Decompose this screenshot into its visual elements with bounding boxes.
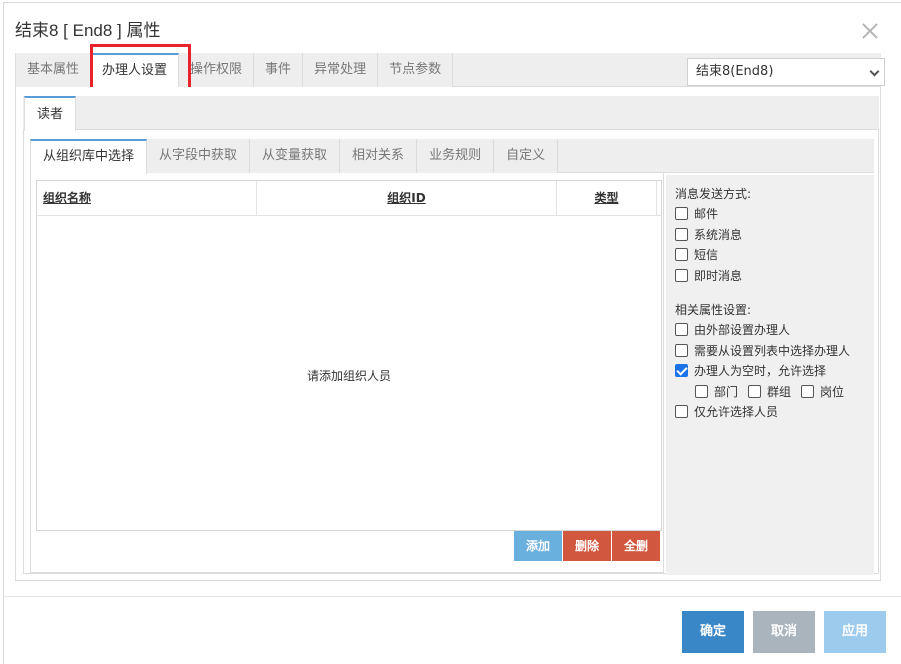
- option-external-handler[interactable]: 由外部设置办理人: [675, 321, 790, 337]
- cancel-button[interactable]: 取消: [753, 611, 815, 653]
- option-only-select-people[interactable]: 仅允许选择人员: [675, 403, 778, 419]
- tab-exception-handling[interactable]: 异常处理: [303, 53, 379, 87]
- grid-header: 组织名称 组织ID 类型: [37, 181, 661, 216]
- tab-basic-properties[interactable]: 基本属性: [15, 53, 92, 87]
- tab-operation-permissions[interactable]: 操作权限: [179, 53, 255, 87]
- empty-select-sub-options: 部门 群组 岗位: [695, 383, 854, 399]
- checkbox-icon[interactable]: [675, 247, 688, 261]
- option-allow-select-when-empty[interactable]: 办理人为空时，允许选择: [675, 362, 826, 378]
- option-sms[interactable]: 短信: [675, 246, 718, 262]
- option-select-from-list[interactable]: 需要从设置列表中选择办理人: [675, 342, 850, 358]
- tab-events[interactable]: 事件: [254, 53, 304, 87]
- ok-button[interactable]: 确定: [682, 611, 744, 653]
- grid-empty-text: 请添加组织人员: [306, 369, 391, 383]
- add-button[interactable]: 添加: [514, 531, 562, 561]
- tab-from-variable[interactable]: 从变量获取: [250, 139, 341, 173]
- dialog-title: 结束8 [ End8 ] 属性: [15, 21, 161, 40]
- tab-reader[interactable]: 读者: [24, 96, 77, 131]
- close-icon[interactable]: [858, 20, 882, 44]
- org-grid: 组织名称 组织ID 类型 请添加组织人员: [36, 180, 662, 531]
- delete-all-button[interactable]: 全删: [612, 531, 660, 561]
- tab-custom[interactable]: 自定义: [494, 139, 559, 173]
- option-label: 岗位: [820, 384, 845, 399]
- source-tabs: 从组织库中选择 从字段中获取 从变量获取 相对关系 业务规则 自定义: [30, 139, 559, 174]
- option-label: 部门: [714, 384, 739, 399]
- apply-button[interactable]: 应用: [824, 611, 886, 653]
- message-method-title: 消息发送方式:: [675, 187, 752, 201]
- related-settings-title: 相关属性设置:: [675, 303, 752, 317]
- option-email[interactable]: 邮件: [675, 205, 718, 221]
- option-label: 短信: [694, 247, 719, 262]
- column-org-id[interactable]: 组织ID: [257, 181, 557, 216]
- option-label: 办理人为空时，允许选择: [694, 363, 827, 378]
- option-department[interactable]: 部门: [695, 383, 738, 400]
- option-group[interactable]: 群组: [748, 383, 791, 400]
- tab-business-rules[interactable]: 业务规则: [417, 139, 495, 173]
- node-select[interactable]: 结束8(End8): [687, 58, 885, 86]
- checkbox-icon[interactable]: [675, 404, 688, 418]
- option-label: 由外部设置办理人: [694, 322, 791, 337]
- option-instant-message[interactable]: 即时消息: [675, 267, 742, 283]
- option-label: 系统消息: [694, 227, 743, 242]
- column-org-name[interactable]: 组织名称: [37, 181, 257, 216]
- option-label: 邮件: [694, 206, 719, 221]
- option-position[interactable]: 岗位: [801, 383, 844, 400]
- option-label: 需要从设置列表中选择办理人: [694, 343, 851, 358]
- checkbox-icon[interactable]: [695, 384, 708, 398]
- checkbox-icon[interactable]: [675, 206, 688, 220]
- option-label: 群组: [767, 384, 792, 399]
- chevron-down-icon: [869, 66, 880, 77]
- footer-divider: [3, 596, 901, 597]
- tab-relative-relation[interactable]: 相对关系: [340, 139, 418, 173]
- checkbox-icon[interactable]: [801, 384, 815, 398]
- option-label: 即时消息: [694, 268, 743, 283]
- checkbox-icon[interactable]: [748, 384, 762, 398]
- tab-node-parameters[interactable]: 节点参数: [378, 53, 454, 87]
- tab-from-org-library[interactable]: 从组织库中选择: [30, 139, 148, 174]
- node-select-value: 结束8(End8): [696, 64, 774, 79]
- checkbox-checked-icon[interactable]: [675, 363, 688, 377]
- tab-from-field[interactable]: 从字段中获取: [147, 139, 251, 173]
- checkbox-icon[interactable]: [675, 322, 688, 336]
- option-system-message[interactable]: 系统消息: [675, 226, 742, 242]
- column-type[interactable]: 类型: [557, 181, 657, 216]
- tab-handler-settings[interactable]: 办理人设置: [91, 53, 180, 88]
- top-tabs: 基本属性 办理人设置 操作权限 事件 异常处理 节点参数: [15, 53, 454, 88]
- checkbox-icon[interactable]: [675, 343, 688, 357]
- reader-tab-bar: [23, 96, 879, 130]
- checkbox-icon[interactable]: [675, 227, 688, 241]
- option-label: 仅允许选择人员: [694, 404, 779, 419]
- checkbox-icon[interactable]: [675, 268, 688, 282]
- delete-button[interactable]: 删除: [563, 531, 611, 561]
